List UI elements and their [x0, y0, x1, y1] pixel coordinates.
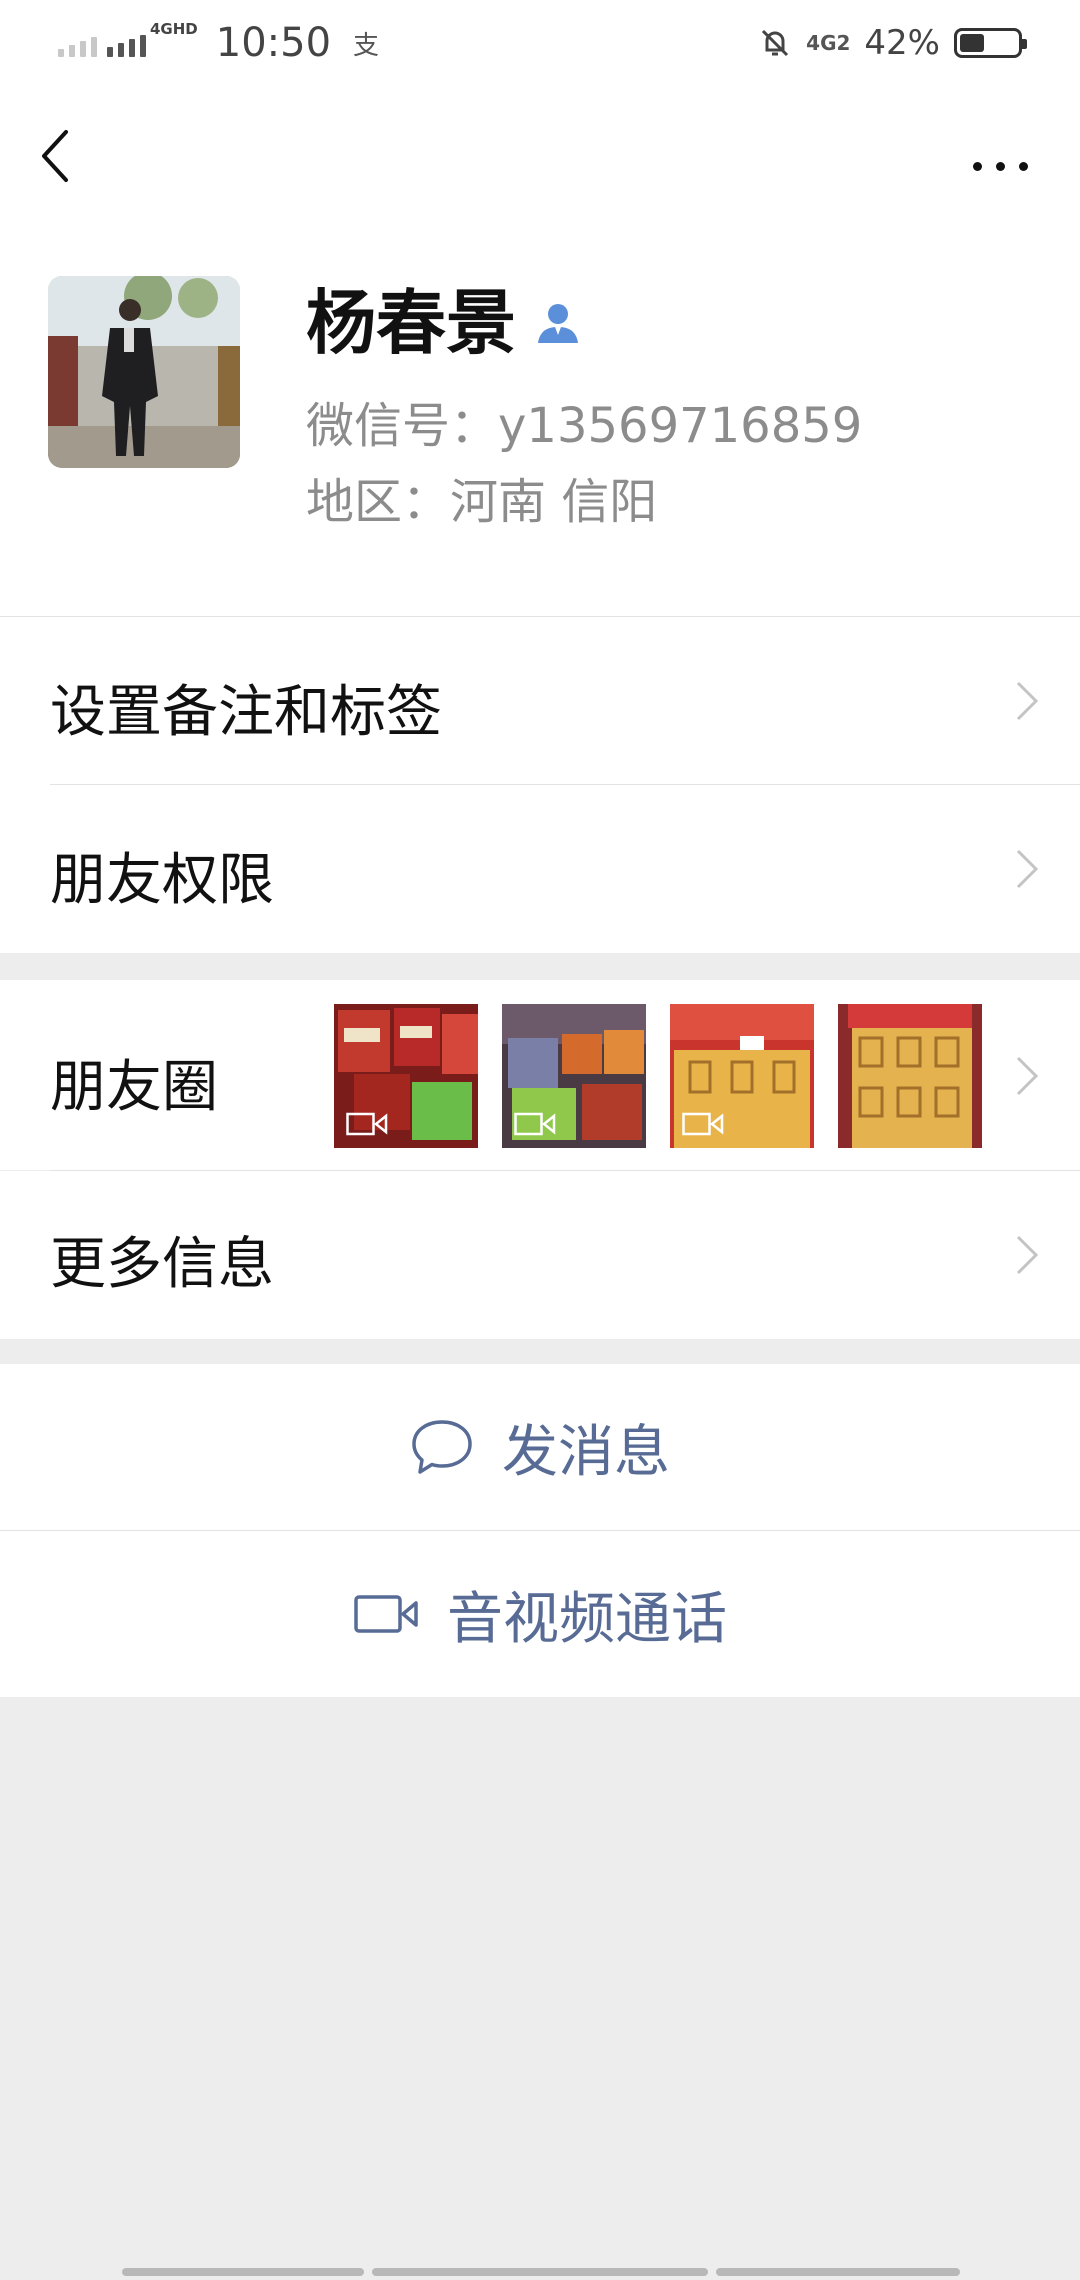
row-remark-tags[interactable]: 设置备注和标签 [0, 617, 1080, 785]
video-camera-icon [354, 1595, 418, 1633]
moments-thumbnails [334, 1004, 982, 1148]
back-arrow-icon [42, 130, 68, 182]
more-dots-icon [972, 161, 982, 171]
status-bar: 4GHD 10:50 支 4G2 42% [0, 0, 1080, 86]
battery-percent: 42% [864, 23, 940, 63]
video-call-label: 音视频通话 [447, 1586, 727, 1652]
chat-bubble-icon [412, 1420, 472, 1474]
profile-header: 杨春景 微信号：y13569716859 地区：河南 信阳 [0, 226, 1080, 616]
row-more-info[interactable]: 更多信息 [0, 1171, 1080, 1339]
battery-icon [954, 28, 1027, 58]
row-moments[interactable]: 朋友圈 [0, 980, 1080, 1170]
moments-thumbnail[interactable] [502, 1004, 646, 1148]
top-nav-bar [0, 86, 1080, 226]
chevron-right-icon [1016, 1235, 1039, 1275]
chevron-right-icon [1016, 1056, 1039, 1096]
row-friend-permissions[interactable]: 朋友权限 [0, 785, 1080, 953]
row-moments-label: 朋友圈 [50, 1055, 218, 1120]
chevron-right-icon [1016, 681, 1039, 721]
video-camera-icon [346, 1112, 388, 1136]
mute-bell-icon [762, 29, 789, 57]
chevron-right-icon [1016, 849, 1039, 889]
more-options-button[interactable] [955, 146, 1045, 186]
send-message-label: 发消息 [502, 1419, 670, 1485]
moments-thumbnail[interactable] [334, 1004, 478, 1148]
back-button[interactable] [36, 126, 96, 196]
avatar[interactable] [48, 276, 240, 468]
moments-thumbnail[interactable] [670, 1004, 814, 1148]
signal-strong-icon [107, 29, 146, 57]
person-icon [538, 304, 578, 343]
send-message-button[interactable]: 发消息 [0, 1364, 1080, 1530]
status-time: 10:50 [215, 20, 332, 66]
moments-thumbnail[interactable] [838, 1004, 982, 1148]
row-more-info-label: 更多信息 [50, 1232, 274, 1297]
video-camera-icon [514, 1112, 556, 1136]
video-call-button[interactable]: 音视频通话 [0, 1531, 1080, 1697]
contact-name: 杨春景 [306, 282, 516, 364]
nav-gesture-bar [122, 2268, 364, 2276]
nav-gesture-bar [716, 2268, 960, 2276]
wechat-id: 微信号：y13569716859 [306, 398, 863, 454]
signal-weak-icon [58, 29, 97, 57]
alipay-notification-icon: 支 [353, 30, 380, 61]
video-camera-icon [682, 1112, 724, 1136]
row-friend-permissions-label: 朋友权限 [50, 848, 274, 913]
network-type-label: 4GHD [150, 20, 198, 38]
contact-profile-screen: 4GHD 10:50 支 4G2 42% 杨春景 微信号：y1356971685… [0, 0, 1080, 2280]
nav-gesture-bar [372, 2268, 708, 2276]
row-remark-tags-label: 设置备注和标签 [50, 680, 442, 745]
network-4g-label: 4G2 [806, 31, 851, 55]
region: 地区：河南 信阳 [306, 474, 658, 530]
